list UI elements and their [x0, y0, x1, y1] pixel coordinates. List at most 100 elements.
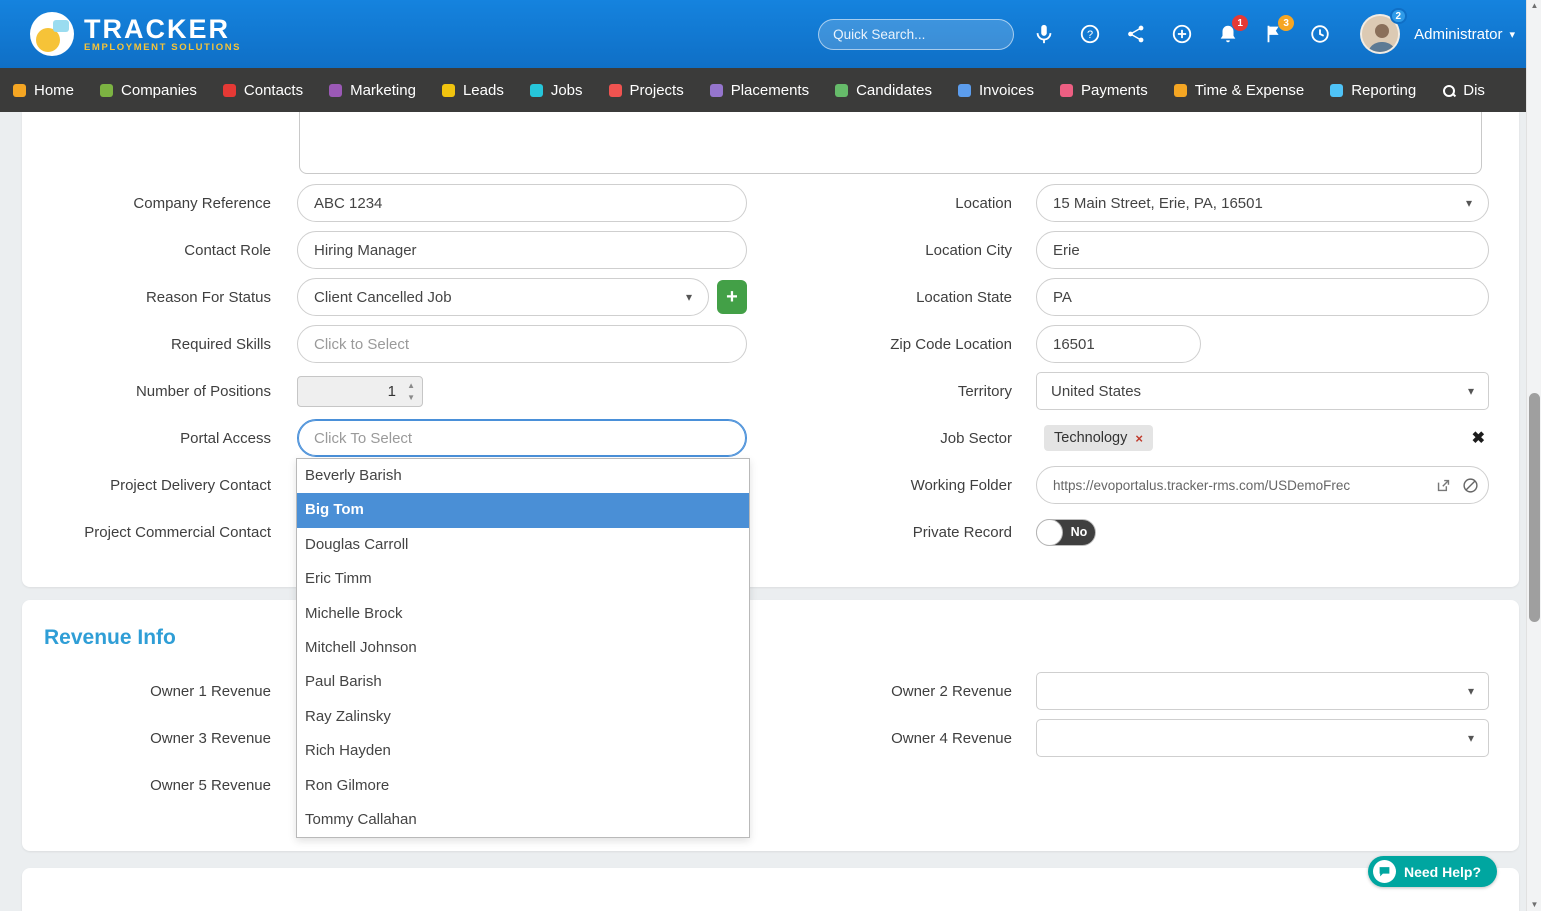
quick-search-input[interactable]	[818, 18, 1015, 50]
user-avatar[interactable]: 2	[1360, 8, 1408, 54]
candidates-icon	[835, 83, 849, 97]
companies-icon	[100, 83, 114, 97]
zip-code-location-label: Zip Code Location	[890, 335, 1012, 353]
scrollbar-thumb[interactable]	[1529, 393, 1540, 622]
company-reference-label: Company Reference	[133, 194, 271, 212]
stepper-arrows-icon[interactable]: ▲ ▼	[407, 380, 415, 404]
app-logo[interactable]: TRACKER EMPLOYMENT SOLUTIONS	[30, 12, 241, 56]
nav-item-payments[interactable]: Payments	[1047, 68, 1161, 112]
nav-item-label: Invoices	[978, 81, 1034, 99]
owner1-revenue-label: Owner 1 Revenue	[150, 682, 271, 700]
nav-item-contacts[interactable]: Contacts	[210, 68, 316, 112]
user-menu[interactable]: Administrator ▾	[1414, 26, 1515, 43]
location-city-label: Location City	[925, 241, 1012, 259]
logo-subtitle: EMPLOYMENT SOLUTIONS	[84, 41, 242, 53]
reporting-icon	[1330, 83, 1344, 97]
dropdown-option[interactable]: Rich Hayden	[297, 734, 749, 768]
company-reference-input[interactable]	[297, 184, 747, 222]
jobs-icon	[529, 83, 543, 97]
remove-tag-icon[interactable]: ×	[1135, 431, 1143, 446]
nav-item-home[interactable]: Home	[0, 68, 87, 112]
zip-code-input[interactable]	[1036, 325, 1201, 363]
job-sector-tag[interactable]: Technology ×	[1044, 425, 1153, 451]
dropdown-option[interactable]: Paul Barish	[297, 665, 749, 699]
dropdown-option[interactable]: Douglas Carroll	[297, 528, 749, 562]
nav-item-jobs[interactable]: Jobs	[517, 68, 596, 112]
territory-select[interactable]: United States ▾	[1036, 372, 1489, 410]
job-details-card: Company Reference Contact Role Reason Fo…	[22, 112, 1519, 587]
dropdown-option[interactable]: Mitchell Johnson	[297, 631, 749, 665]
owner4-revenue-select[interactable]: ▾	[1036, 719, 1489, 757]
private-record-toggle[interactable]: No	[1036, 518, 1096, 546]
number-of-positions-input[interactable]	[298, 376, 422, 406]
projects-icon	[608, 83, 622, 97]
job-sector-field[interactable]: Technology × ✖	[1036, 419, 1489, 457]
nav-item-companies[interactable]: Companies	[87, 68, 210, 112]
next-section-card	[22, 868, 1519, 911]
nav-item-label: Time & Expense	[1194, 81, 1305, 99]
dropdown-option[interactable]: Michelle Brock	[297, 597, 749, 631]
portal-access-input[interactable]	[297, 419, 747, 457]
nav-item-placements[interactable]: Placements	[697, 68, 822, 112]
chat-icon	[1372, 860, 1396, 883]
time-expense-icon	[1173, 83, 1187, 97]
history-icon[interactable]	[1307, 21, 1333, 47]
location-state-input[interactable]	[1036, 278, 1489, 316]
dropdown-option[interactable]: Beverly Barish	[297, 459, 749, 493]
private-record-label: Private Record	[912, 523, 1012, 541]
quick-add-icon[interactable]	[1169, 21, 1195, 47]
scroll-up-icon[interactable]: ▲	[1527, 0, 1541, 12]
nav-item-label: Projects	[629, 81, 684, 99]
working-folder-input[interactable]: https://evoportalus.tracker-rms.com/USDe…	[1036, 466, 1489, 504]
placements-icon	[709, 83, 723, 97]
dropdown-option[interactable]: Eric Timm	[297, 562, 749, 596]
nav-item-reporting[interactable]: Reporting	[1317, 68, 1429, 112]
description-textarea[interactable]	[299, 112, 1482, 174]
clear-field-icon[interactable]: ✖	[1472, 428, 1485, 448]
required-skills-input[interactable]	[297, 325, 747, 363]
required-skills-label: Required Skills	[170, 335, 271, 353]
vertical-scrollbar[interactable]: ▲ ▼	[1526, 0, 1541, 911]
flag-icon[interactable]: 3	[1261, 15, 1295, 47]
unlink-icon[interactable]	[1462, 477, 1479, 494]
external-link-icon[interactable]	[1435, 477, 1452, 494]
nav-item-label: Companies	[121, 81, 197, 99]
nav-item-label: Marketing	[350, 81, 416, 99]
location-state-label: Location State	[916, 288, 1012, 306]
microphone-icon[interactable]	[1031, 21, 1057, 47]
help-icon[interactable]: ?	[1077, 21, 1103, 47]
dropdown-option[interactable]: Ray Zalinsky	[297, 700, 749, 734]
user-name: Administrator	[1414, 25, 1503, 43]
nav-item-marketing[interactable]: Marketing	[316, 68, 429, 112]
quantity-stepper[interactable]: ▲▼	[297, 375, 423, 407]
reason-for-status-select[interactable]: Client Cancelled Job ▾	[297, 278, 709, 316]
nav-item-time-expense[interactable]: Time & Expense	[1161, 68, 1318, 112]
location-combobox[interactable]: 15 Main Street, Erie, PA, 16501 ▾	[1036, 184, 1489, 222]
dropdown-option[interactable]: Ron Gilmore	[297, 769, 749, 803]
location-city-input[interactable]	[1036, 231, 1489, 269]
add-reason-button[interactable]: +	[717, 280, 747, 314]
need-help-button[interactable]: Need Help?	[1367, 856, 1497, 887]
top-header: TRACKER EMPLOYMENT SOLUTIONS ? 1	[0, 0, 1541, 68]
nav-item-dis[interactable]: Dis	[1429, 68, 1498, 112]
nav-item-leads[interactable]: Leads	[429, 68, 517, 112]
share-nodes-icon[interactable]	[1123, 21, 1149, 47]
owner2-revenue-select[interactable]: ▾	[1036, 672, 1489, 710]
toggle-knob	[1036, 518, 1063, 546]
nav-item-label: Payments	[1081, 81, 1148, 99]
contact-role-input[interactable]	[297, 231, 747, 269]
scroll-down-icon[interactable]: ▼	[1527, 899, 1541, 911]
notifications-bell-icon[interactable]: 1	[1215, 15, 1249, 47]
nav-item-candidates[interactable]: Candidates	[822, 68, 945, 112]
svg-text:?: ?	[1087, 29, 1093, 41]
main-nav-items: Home Companies Contacts Marketing Leads Jobs P…	[0, 68, 1541, 112]
dropdown-option[interactable]: Big Tom	[297, 493, 749, 528]
contacts-icon	[222, 83, 236, 97]
nav-item-projects[interactable]: Projects	[596, 68, 697, 112]
avatar-badge: 2	[1389, 8, 1408, 24]
marketing-icon	[329, 83, 343, 97]
dropdown-option[interactable]: Tommy Callahan	[297, 803, 749, 837]
nav-item-label: Contacts	[243, 81, 304, 99]
owner2-revenue-label: Owner 2 Revenue	[891, 682, 1012, 700]
nav-item-invoices[interactable]: Invoices	[945, 68, 1047, 112]
